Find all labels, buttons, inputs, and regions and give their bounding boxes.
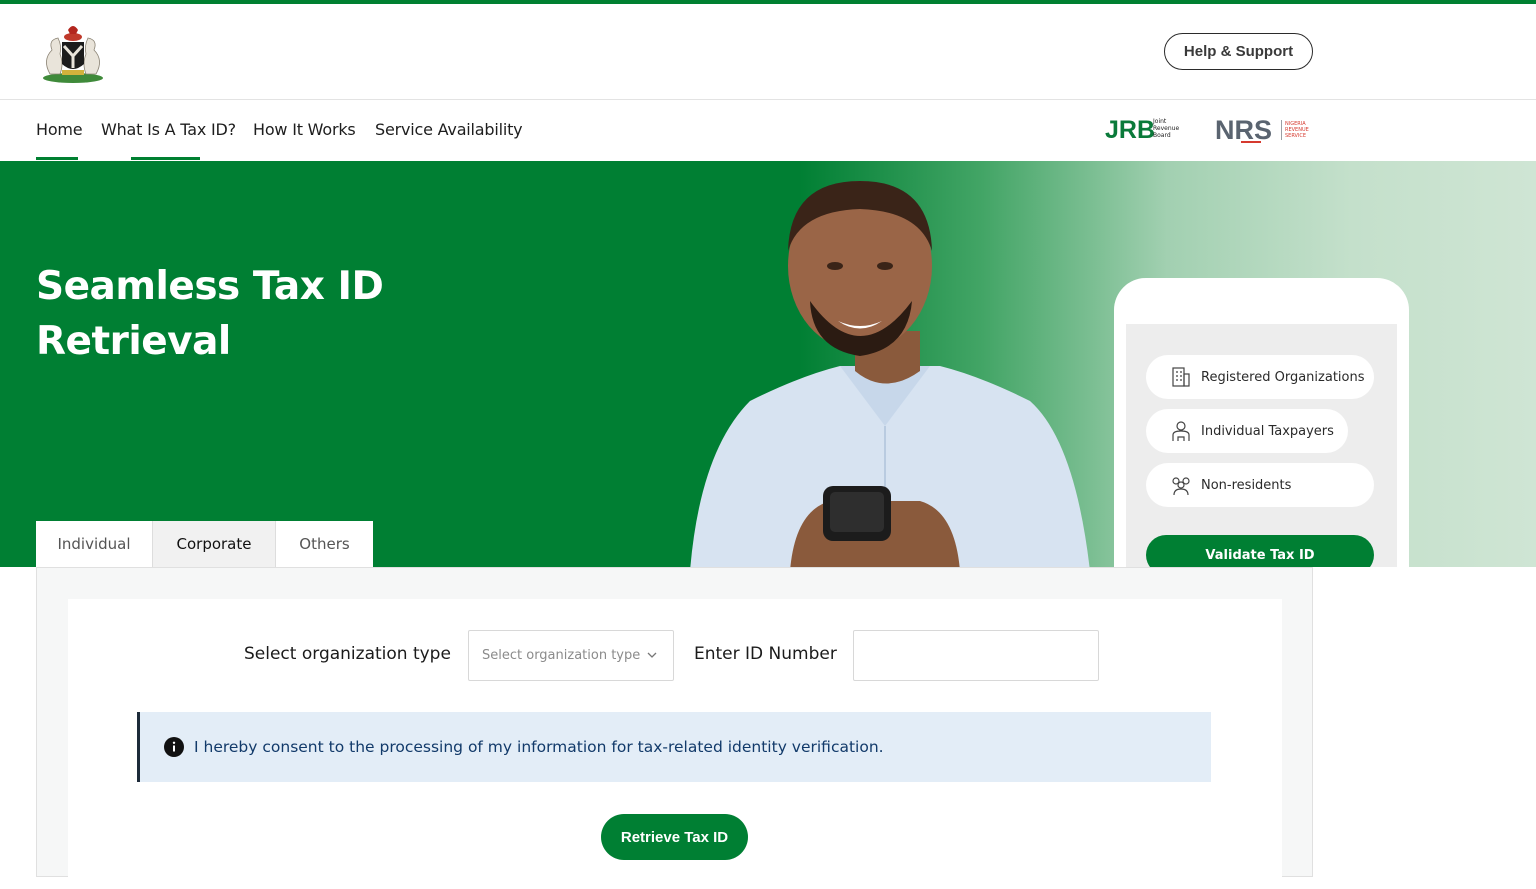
hero-title: Seamless Tax ID Retrieval <box>36 264 384 364</box>
jrb-logo: JRB Joint Revenue Board <box>1105 116 1179 144</box>
org-type-placeholder: Select organization type <box>482 648 641 663</box>
nav-item-service-availability[interactable]: Service Availability <box>375 120 523 139</box>
validate-tax-id-button[interactable]: Validate Tax ID <box>1146 535 1374 567</box>
nav-item-home[interactable]: Home <box>36 120 83 139</box>
svg-text:Board: Board <box>1153 132 1171 139</box>
tab-others[interactable]: Others <box>276 521 373 567</box>
retrieve-tax-id-button[interactable]: Retrieve Tax ID <box>601 814 748 860</box>
retrieval-form-card: Select organization type Select organiza… <box>68 599 1282 889</box>
help-support-button[interactable]: Help & Support <box>1164 33 1313 70</box>
option-registered-organizations[interactable]: Registered Organizations <box>1146 355 1374 399</box>
phone-mockup: Registered Organizations Individual Taxp… <box>1114 278 1409 567</box>
svg-text:Joint: Joint <box>1152 118 1167 125</box>
group-icon <box>1170 474 1192 496</box>
nav-item-what-is-tax-id[interactable]: What Is A Tax ID? <box>101 120 236 139</box>
info-icon <box>164 737 184 757</box>
option-individual-taxpayers[interactable]: Individual Taxpayers <box>1146 409 1348 453</box>
org-type-label: Select organization type <box>244 644 451 664</box>
nigeria-coat-of-arms-icon[interactable] <box>38 20 108 84</box>
retrieval-form-panel: Select organization type Select organiza… <box>36 567 1313 889</box>
nav-active-indicator <box>36 157 78 160</box>
person-icon <box>1170 420 1192 442</box>
org-type-select[interactable]: Select organization type <box>468 630 674 681</box>
smiling-man-with-phone-image <box>690 181 1090 567</box>
option-label: Registered Organizations <box>1201 369 1365 385</box>
building-icon <box>1170 366 1192 388</box>
chevron-down-icon <box>647 652 657 658</box>
consent-text: I hereby consent to the processing of my… <box>194 738 884 756</box>
tab-individual[interactable]: Individual <box>36 521 153 567</box>
consent-notice: I hereby consent to the processing of my… <box>137 712 1211 782</box>
site-header: Help & Support <box>0 4 1536 100</box>
hero-banner: Seamless Tax ID Retrieval Registered Org… <box>0 161 1536 567</box>
nrs-logo: NRS NIGERIA REVENUE SERVICE <box>1215 115 1309 145</box>
main-navigation: Home What Is A Tax ID? How It Works Serv… <box>0 100 1536 161</box>
nav-hover-indicator <box>131 157 200 160</box>
svg-text:JRB: JRB <box>1105 116 1155 144</box>
tab-corporate[interactable]: Corporate <box>153 521 276 567</box>
svg-text:NRS: NRS <box>1215 115 1272 145</box>
phone-screen: Registered Organizations Individual Taxp… <box>1126 324 1397 567</box>
option-label: Non-residents <box>1201 477 1292 493</box>
option-non-residents[interactable]: Non-residents <box>1146 463 1374 507</box>
svg-text:SERVICE: SERVICE <box>1285 133 1306 139</box>
nav-item-how-it-works[interactable]: How It Works <box>253 120 356 139</box>
taxpayer-type-tabs: Individual Corporate Others <box>36 521 373 567</box>
id-number-label: Enter ID Number <box>694 644 837 664</box>
id-number-input[interactable] <box>853 630 1099 681</box>
svg-text:Revenue: Revenue <box>1153 125 1179 132</box>
option-label: Individual Taxpayers <box>1201 423 1334 439</box>
